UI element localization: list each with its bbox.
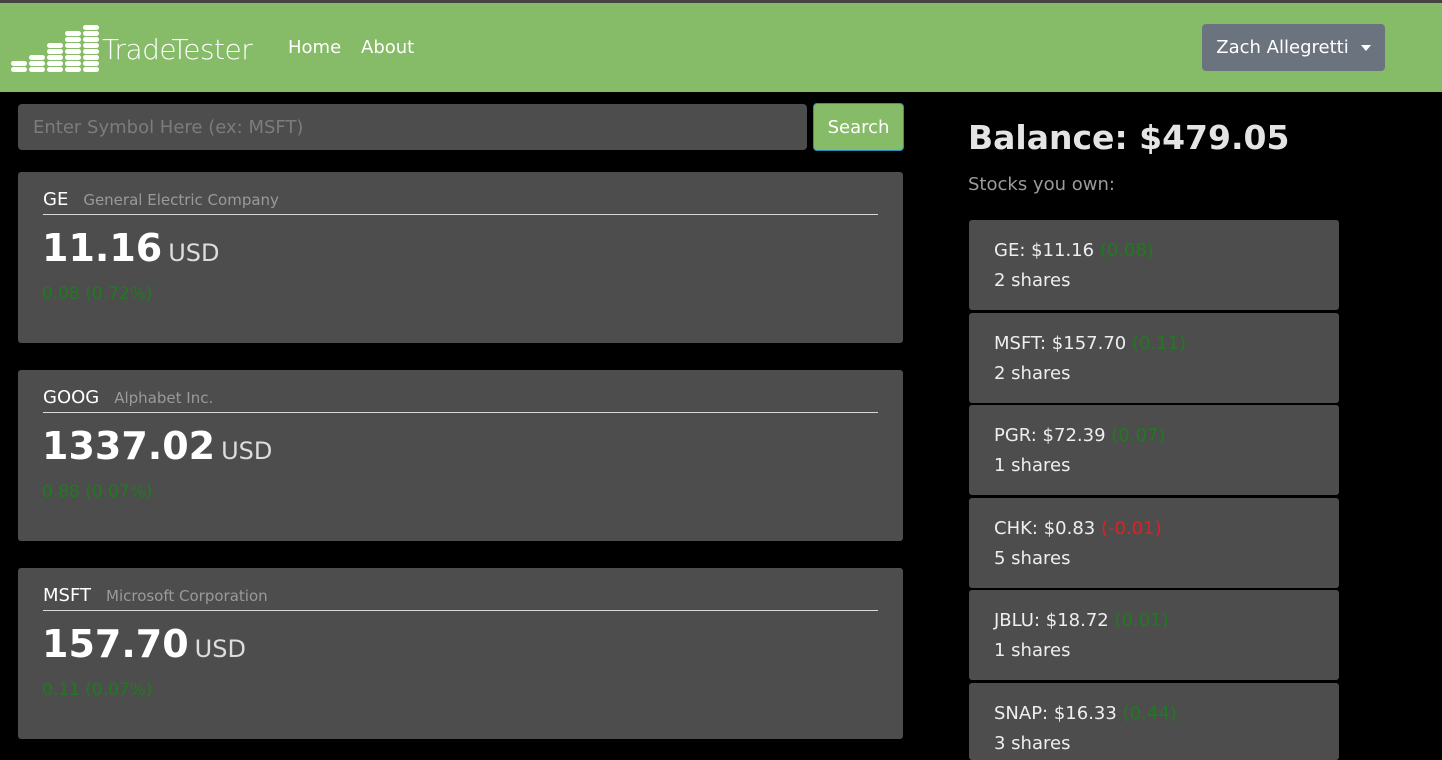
search-placeholder: Enter Symbol Here (ex: MSFT) <box>33 116 304 138</box>
stock-card: GE General Electric Company 11.16 USD 0.… <box>18 172 903 343</box>
nav-home-link[interactable]: Home <box>288 37 341 58</box>
brand-name: TradeTester <box>102 32 253 66</box>
stock-symbol: GOOG <box>43 387 100 408</box>
stock-price: 11.16 USD <box>42 226 219 270</box>
holding-shares: 2 shares <box>994 363 1071 384</box>
stock-card-header: MSFT Microsoft Corporation <box>43 585 878 611</box>
price-change: 0.08 (0.72%) <box>42 284 153 304</box>
user-name: Zach Allegretti <box>1216 37 1349 58</box>
holding-item[interactable]: GE: $11.16 (0.08) 2 shares <box>969 220 1339 310</box>
holding-shares: 5 shares <box>994 548 1071 569</box>
holding-summary: GE: $11.16 (0.08) <box>994 240 1154 261</box>
holding-price: MSFT: $157.70 <box>994 333 1127 354</box>
holding-price: GE: $11.16 <box>994 240 1095 261</box>
owned-stocks-label: Stocks you own: <box>968 174 1115 195</box>
holding-item[interactable]: PGR: $72.39 (0.07) 1 shares <box>969 405 1339 495</box>
holding-change: (-0.01) <box>1100 518 1162 539</box>
price-change: 0.88 (0.07%) <box>42 482 153 502</box>
holding-item[interactable]: MSFT: $157.70 (0.11) 2 shares <box>969 313 1339 403</box>
holding-shares: 3 shares <box>994 733 1071 754</box>
price-value: 11.16 <box>42 226 163 270</box>
stock-price: 1337.02 USD <box>42 424 272 468</box>
holding-summary: MSFT: $157.70 (0.11) <box>994 333 1186 354</box>
navbar: TradeTester Home About Zach Allegretti <box>0 3 1442 92</box>
stock-card-header: GE General Electric Company <box>43 189 878 215</box>
holding-summary: PGR: $72.39 (0.07) <box>994 425 1165 446</box>
company-name: Alphabet Inc. <box>114 389 214 407</box>
user-menu-button[interactable]: Zach Allegretti <box>1202 24 1385 71</box>
company-name: General Electric Company <box>83 191 279 209</box>
price-currency: USD <box>194 635 246 663</box>
stock-symbol: GE <box>43 189 69 210</box>
stock-price: 157.70 USD <box>42 622 246 666</box>
symbol-search-input[interactable]: Enter Symbol Here (ex: MSFT) <box>18 104 807 150</box>
caret-down-icon <box>1360 44 1371 51</box>
company-name: Microsoft Corporation <box>106 587 268 605</box>
holding-change: (0.44) <box>1122 703 1177 724</box>
stock-card-header: GOOG Alphabet Inc. <box>43 387 878 413</box>
holding-price: SNAP: $16.33 <box>994 703 1117 724</box>
stock-symbol: MSFT <box>43 585 91 606</box>
holding-item[interactable]: CHK: $0.83 (-0.01) 5 shares <box>969 498 1339 588</box>
holding-price: CHK: $0.83 <box>994 518 1096 539</box>
holding-change: (0.01) <box>1114 610 1169 631</box>
holding-price: JBLU: $18.72 <box>994 610 1109 631</box>
holding-summary: JBLU: $18.72 (0.01) <box>994 610 1169 631</box>
stock-card: MSFT Microsoft Corporation 157.70 USD 0.… <box>18 568 903 739</box>
nav-about-link[interactable]: About <box>361 37 414 58</box>
price-value: 157.70 <box>42 622 189 666</box>
price-change: 0.11 (0.07%) <box>42 680 153 700</box>
holding-item[interactable]: JBLU: $18.72 (0.01) 1 shares <box>969 590 1339 680</box>
price-currency: USD <box>221 437 273 465</box>
stock-card: GOOG Alphabet Inc. 1337.02 USD 0.88 (0.0… <box>18 370 903 541</box>
price-value: 1337.02 <box>42 424 216 468</box>
holding-shares: 1 shares <box>994 455 1071 476</box>
holding-shares: 2 shares <box>994 270 1071 291</box>
coin-stack-icon <box>11 25 99 72</box>
holding-item[interactable]: SNAP: $16.33 (0.44) 3 shares <box>969 683 1339 760</box>
holding-summary: SNAP: $16.33 (0.44) <box>994 703 1177 724</box>
price-currency: USD <box>168 239 220 267</box>
holding-shares: 1 shares <box>994 640 1071 661</box>
holding-change: (0.07) <box>1111 425 1166 446</box>
holding-change: (0.08) <box>1099 240 1154 261</box>
account-balance: Balance: $479.05 <box>968 118 1290 157</box>
search-button[interactable]: Search <box>813 103 904 151</box>
holding-change: (0.11) <box>1131 333 1187 354</box>
brand-logo-link[interactable]: TradeTester <box>10 23 253 75</box>
holding-summary: CHK: $0.83 (-0.01) <box>994 518 1162 539</box>
holding-price: PGR: $72.39 <box>994 425 1106 446</box>
